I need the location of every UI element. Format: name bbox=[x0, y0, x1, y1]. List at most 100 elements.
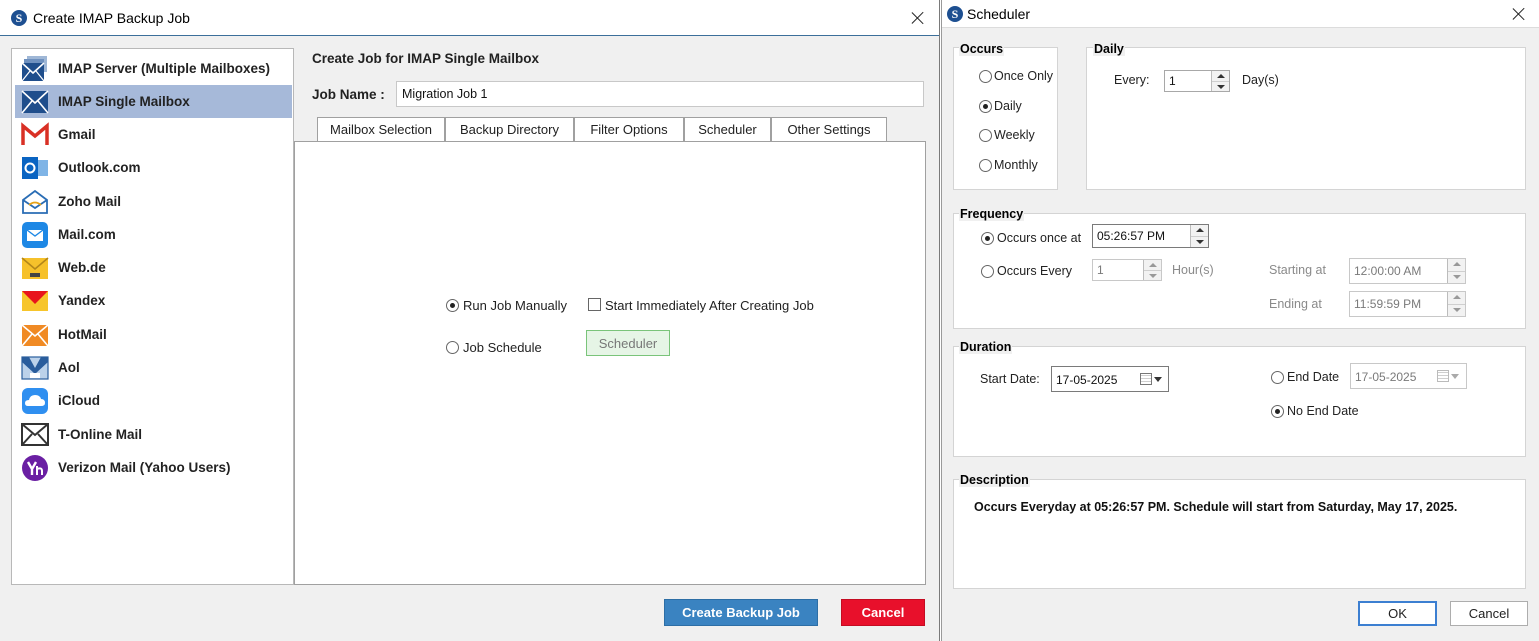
increment-icon[interactable] bbox=[1191, 225, 1208, 237]
weekly-radio[interactable] bbox=[979, 129, 992, 142]
decrement-icon[interactable] bbox=[1448, 271, 1465, 283]
monthly-radio[interactable] bbox=[979, 159, 992, 172]
sidebar-item-imap-server[interactable]: IMAP Server (Multiple Mailboxes) bbox=[15, 52, 292, 85]
scheduler-button[interactable]: Scheduler bbox=[586, 330, 670, 356]
scheduler-tab-content: Run Job Manually Start Immediately After… bbox=[294, 141, 926, 585]
sidebar-item-aol[interactable]: Aol bbox=[15, 351, 292, 384]
decrement-icon[interactable] bbox=[1448, 304, 1465, 316]
start-date-label: Start Date: bbox=[980, 372, 1040, 386]
daily-radio[interactable] bbox=[979, 100, 992, 113]
run-manually-label: Run Job Manually bbox=[463, 298, 568, 313]
tab-other-settings[interactable]: Other Settings bbox=[771, 117, 887, 141]
mail-source-list: IMAP Server (Multiple Mailboxes) IMAP Si… bbox=[11, 48, 294, 585]
daily-label: Daily bbox=[994, 99, 1022, 113]
outlook-icon bbox=[21, 154, 49, 182]
once-time-picker[interactable]: 05:26:57 PM bbox=[1092, 224, 1209, 248]
occurs-once-radio[interactable] bbox=[981, 232, 994, 245]
tab-mailbox-selection[interactable]: Mailbox Selection bbox=[317, 117, 445, 141]
increment-icon[interactable] bbox=[1144, 260, 1161, 271]
sidebar-item-yandex[interactable]: Yandex bbox=[15, 284, 292, 317]
close-icon[interactable] bbox=[1511, 6, 1527, 22]
once-time-value: 05:26:57 PM bbox=[1097, 229, 1166, 243]
app-logo-icon: S bbox=[11, 10, 27, 26]
duration-title: Duration bbox=[959, 340, 1013, 354]
job-name-label: Job Name : bbox=[312, 87, 385, 102]
start-date-picker[interactable]: 17-05-2025 bbox=[1051, 366, 1169, 392]
web-de-icon bbox=[21, 254, 49, 282]
yandex-icon bbox=[21, 287, 49, 315]
icloud-icon bbox=[21, 387, 49, 415]
every-hours-value: 1 bbox=[1097, 263, 1104, 277]
no-end-date-radio[interactable] bbox=[1271, 405, 1284, 418]
sidebar-item-icloud[interactable]: iCloud bbox=[15, 384, 292, 417]
chevron-down-icon[interactable] bbox=[1154, 377, 1162, 382]
sidebar-item-label: HotMail bbox=[58, 327, 107, 342]
sidebar-item-t-online[interactable]: T-Online Mail bbox=[15, 418, 292, 451]
create-backup-job-button[interactable]: Create Backup Job bbox=[664, 599, 818, 626]
every-hours-stepper[interactable]: 1 bbox=[1092, 259, 1162, 281]
cancel-button[interactable]: Cancel bbox=[841, 599, 925, 626]
tab-scheduler[interactable]: Scheduler bbox=[684, 117, 771, 142]
sidebar-item-verizon-yahoo[interactable]: Verizon Mail (Yahoo Users) bbox=[15, 451, 292, 484]
every-days-stepper[interactable]: 1 bbox=[1164, 70, 1230, 92]
gmail-icon bbox=[21, 121, 49, 149]
sidebar-item-label: Outlook.com bbox=[58, 160, 141, 175]
decrement-icon[interactable] bbox=[1212, 81, 1229, 91]
no-end-date-label: No End Date bbox=[1287, 404, 1359, 418]
increment-icon[interactable] bbox=[1212, 71, 1229, 82]
increment-icon[interactable] bbox=[1448, 259, 1465, 272]
ending-time-value: 11:59:59 PM bbox=[1354, 297, 1422, 311]
tab-filter-options[interactable]: Filter Options bbox=[574, 117, 684, 141]
chevron-down-icon[interactable] bbox=[1451, 374, 1459, 379]
title-bar: S Create IMAP Backup Job bbox=[0, 0, 939, 36]
weekly-label: Weekly bbox=[994, 128, 1035, 142]
occurs-every-radio[interactable] bbox=[981, 265, 994, 278]
sidebar-item-hotmail[interactable]: HotMail bbox=[15, 318, 292, 351]
sidebar-item-web-de[interactable]: Web.de bbox=[15, 251, 292, 284]
increment-icon[interactable] bbox=[1448, 292, 1465, 305]
job-schedule-radio[interactable] bbox=[446, 341, 459, 354]
sidebar-item-imap-single[interactable]: IMAP Single Mailbox bbox=[15, 85, 292, 118]
imap-mailbox-icon bbox=[21, 88, 49, 116]
start-immediately-checkbox[interactable] bbox=[588, 298, 601, 311]
job-name-input[interactable] bbox=[396, 81, 924, 107]
title-bar: S Scheduler bbox=[942, 0, 1539, 28]
tab-backup-directory[interactable]: Backup Directory bbox=[445, 117, 574, 141]
sidebar-item-gmail[interactable]: Gmail bbox=[15, 118, 292, 151]
sidebar-item-label: iCloud bbox=[58, 393, 100, 408]
ending-time-picker[interactable]: 11:59:59 PM bbox=[1349, 291, 1466, 317]
job-panel: Create Job for IMAP Single Mailbox Job N… bbox=[294, 48, 926, 585]
sidebar-item-outlook[interactable]: Outlook.com bbox=[15, 151, 292, 184]
create-imap-backup-job-window: S Create IMAP Backup Job IMAP Server (Mu… bbox=[0, 0, 940, 641]
sidebar-item-label: Aol bbox=[58, 360, 80, 375]
start-date-value: 17-05-2025 bbox=[1056, 373, 1118, 387]
sidebar-item-zoho-mail[interactable]: Zoho Mail bbox=[15, 185, 292, 218]
close-icon[interactable] bbox=[910, 10, 926, 26]
end-date-picker[interactable]: 17-05-2025 bbox=[1350, 363, 1467, 389]
end-date-radio[interactable] bbox=[1271, 371, 1284, 384]
once-only-radio[interactable] bbox=[979, 70, 992, 83]
frequency-title: Frequency bbox=[959, 207, 1025, 221]
sidebar-item-label: Gmail bbox=[58, 127, 96, 142]
cancel-button[interactable]: Cancel bbox=[1450, 601, 1528, 626]
sidebar-item-mail-com[interactable]: Mail.com bbox=[15, 218, 292, 251]
daily-title: Daily bbox=[1093, 42, 1125, 56]
starting-at-label: Starting at bbox=[1269, 263, 1326, 277]
every-label: Every: bbox=[1114, 73, 1150, 87]
occurs-once-label: Occurs once at bbox=[997, 231, 1082, 245]
monthly-label: Monthly bbox=[994, 158, 1038, 172]
imap-server-icon bbox=[21, 55, 49, 83]
description-title: Description bbox=[959, 473, 1030, 487]
decrement-icon[interactable] bbox=[1191, 236, 1208, 247]
decrement-icon[interactable] bbox=[1144, 270, 1161, 280]
description-group bbox=[953, 479, 1526, 589]
starting-time-picker[interactable]: 12:00:00 AM bbox=[1349, 258, 1466, 284]
run-manually-radio[interactable] bbox=[446, 299, 459, 312]
job-schedule-label: Job Schedule bbox=[463, 340, 542, 355]
daily-group bbox=[1086, 47, 1526, 190]
ok-button[interactable]: OK bbox=[1358, 601, 1437, 626]
sidebar-item-label: Verizon Mail (Yahoo Users) bbox=[58, 460, 231, 475]
calendar-icon bbox=[1437, 370, 1449, 382]
calendar-icon bbox=[1140, 373, 1152, 385]
window-title: Create IMAP Backup Job bbox=[33, 10, 190, 26]
